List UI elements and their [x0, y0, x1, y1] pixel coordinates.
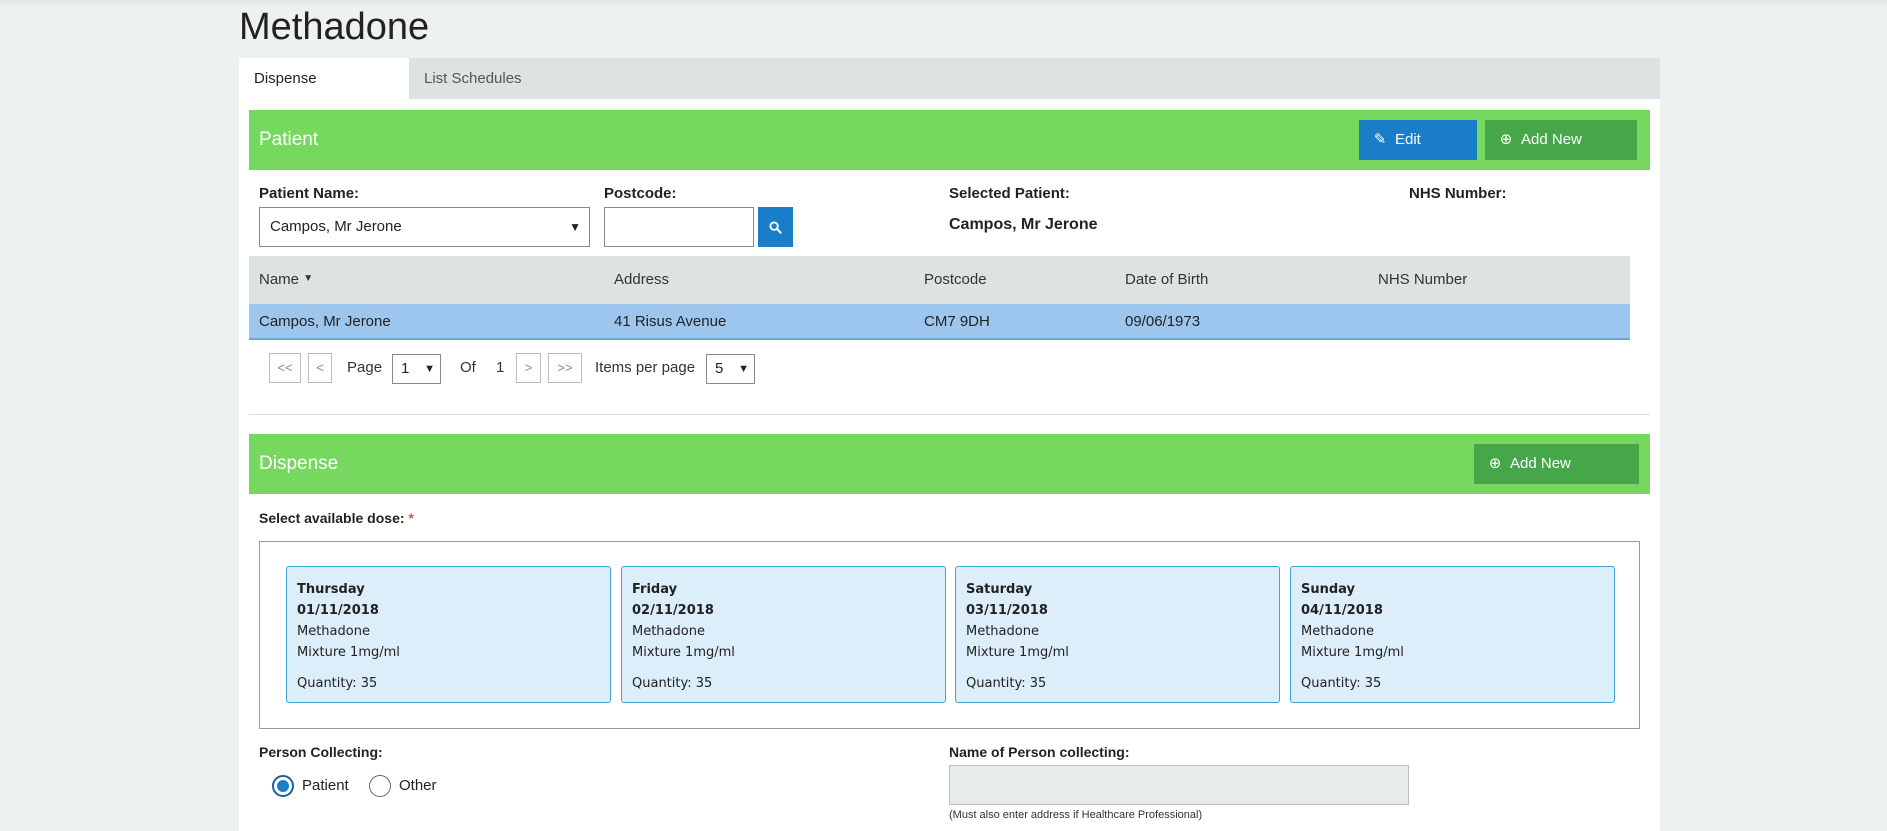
- table-row[interactable]: Campos, Mr Jerone 41 Risus Avenue CM7 9D…: [249, 304, 1630, 340]
- sort-desc-icon: ▼: [303, 273, 314, 284]
- dose-card-thursday[interactable]: Thursday 01/11/2018 Methadone Mixture 1m…: [286, 566, 611, 703]
- patient-name-label: Patient Name:: [259, 185, 360, 202]
- selected-patient-value: Campos, Mr Jerone: [949, 216, 1098, 233]
- dose-drug: Methadone: [966, 624, 1039, 639]
- plus-circle-icon: ⊕: [1499, 131, 1513, 148]
- search-icon: [769, 220, 782, 234]
- page-title: Methadone: [239, 6, 430, 48]
- dose-card-friday[interactable]: Friday 02/11/2018 Methadone Mixture 1mg/…: [621, 566, 946, 703]
- postcode-input[interactable]: [604, 207, 754, 247]
- dose-card-saturday[interactable]: Saturday 03/11/2018 Methadone Mixture 1m…: [955, 566, 1280, 703]
- dose-day: Thursday: [297, 582, 365, 597]
- patient-name-value: Campos, Mr Jerone: [270, 218, 402, 235]
- add-new-patient-label: Add New Patient: [1521, 131, 1582, 188]
- items-per-page-select[interactable]: 5 ▼: [706, 354, 755, 384]
- patient-name-select[interactable]: Campos, Mr Jerone ▼: [259, 207, 590, 247]
- person-collecting-label: Person Collecting:: [259, 744, 383, 760]
- required-marker: *: [408, 510, 414, 526]
- dose-date: 03/11/2018: [966, 603, 1048, 618]
- add-new-patient-button[interactable]: ⊕ Add New Patient: [1485, 120, 1637, 188]
- dose-day: Saturday: [966, 582, 1033, 597]
- row-dob: 09/06/1973: [1125, 313, 1201, 330]
- page-select[interactable]: 1 ▼: [392, 354, 441, 384]
- patient-grid-header: Name ▼ Address Postcode Date of Birth NH…: [249, 256, 1630, 304]
- nhs-number-label: NHS Number:: [1409, 185, 1507, 202]
- items-per-page-label: Items per page: [595, 359, 696, 376]
- dose-day: Sunday: [1301, 582, 1356, 597]
- select-dose-label: Select available dose: *: [259, 510, 414, 526]
- dose-drug: Methadone: [632, 624, 705, 639]
- main-content: Patient ✎ Edit Patient ⊕ Add New Patient…: [239, 99, 1660, 831]
- dispense-section-header: Dispense ⊕ Add New Schedule: [249, 434, 1650, 512]
- items-per-page-value: 5: [715, 360, 724, 377]
- radio-patient[interactable]: [272, 775, 294, 797]
- tab-list-schedules[interactable]: List Schedules: [409, 58, 537, 99]
- of-label: Of: [460, 359, 476, 376]
- search-button[interactable]: [758, 207, 793, 247]
- dose-date: 01/11/2018: [297, 603, 379, 618]
- column-header-dob[interactable]: Date of Birth: [1125, 256, 1208, 304]
- dose-form: Mixture 1mg/ml: [966, 645, 1069, 660]
- next-page-button[interactable]: >: [516, 353, 541, 383]
- last-page-button[interactable]: >>: [548, 353, 582, 383]
- first-page-button[interactable]: <<: [269, 353, 301, 383]
- prev-page-button[interactable]: <: [308, 353, 332, 383]
- dose-drug: Methadone: [1301, 624, 1374, 639]
- total-pages: 1: [496, 359, 505, 376]
- add-new-schedule-label: Add New Schedule: [1510, 455, 1573, 512]
- column-header-postcode[interactable]: Postcode: [924, 256, 987, 304]
- page-select-value: 1: [401, 360, 410, 377]
- row-address: 41 Risus Avenue: [614, 313, 727, 330]
- chevron-down-icon: ▼: [424, 363, 435, 375]
- plus-circle-icon: ⊕: [1488, 455, 1502, 472]
- patient-section-header: Patient ✎ Edit Patient ⊕ Add New Patient: [249, 110, 1650, 188]
- dose-quantity: Quantity: 35: [966, 676, 1047, 691]
- column-header-name[interactable]: Name ▼: [259, 256, 313, 306]
- dose-options-container: Thursday 01/11/2018 Methadone Mixture 1m…: [259, 541, 1640, 729]
- dose-date: 04/11/2018: [1301, 603, 1383, 618]
- dose-drug: Methadone: [297, 624, 370, 639]
- column-header-address[interactable]: Address: [614, 256, 669, 304]
- dose-quantity: Quantity: 35: [1301, 676, 1382, 691]
- dose-form: Mixture 1mg/ml: [1301, 645, 1404, 660]
- dose-form: Mixture 1mg/ml: [297, 645, 400, 660]
- pencil-icon: ✎: [1373, 131, 1387, 148]
- radio-patient-label: Patient: [302, 777, 349, 794]
- dose-quantity: Quantity: 35: [297, 676, 378, 691]
- row-postcode: CM7 9DH: [924, 313, 990, 330]
- dose-date: 02/11/2018: [632, 603, 714, 618]
- column-header-nhs[interactable]: NHS Number: [1378, 256, 1467, 304]
- edit-patient-label: Edit Patient: [1395, 131, 1442, 188]
- radio-other[interactable]: [369, 775, 391, 797]
- dose-form: Mixture 1mg/ml: [632, 645, 735, 660]
- dose-quantity: Quantity: 35: [632, 676, 713, 691]
- collector-name-label: Name of Person collecting:: [949, 744, 1130, 760]
- dose-day: Friday: [632, 582, 678, 597]
- row-name: Campos, Mr Jerone: [259, 313, 391, 330]
- postcode-label: Postcode:: [604, 185, 677, 202]
- tab-bar: Dispense Methadone List Schedules: [239, 58, 1660, 128]
- tab-dispense-methadone[interactable]: Dispense Methadone: [239, 58, 409, 128]
- chevron-down-icon: ▼: [569, 220, 581, 234]
- page-label: Page: [347, 359, 383, 376]
- chevron-down-icon: ▼: [738, 363, 749, 375]
- edit-patient-button[interactable]: ✎ Edit Patient: [1359, 120, 1477, 188]
- collector-hint: (Must also enter address if Healthcare P…: [949, 809, 1203, 821]
- dose-card-sunday[interactable]: Sunday 04/11/2018 Methadone Mixture 1mg/…: [1290, 566, 1615, 703]
- collector-name-input[interactable]: [949, 765, 1409, 805]
- dispense-section-title: Dispense: [259, 453, 339, 474]
- section-divider: [249, 414, 1650, 415]
- add-new-schedule-button[interactable]: ⊕ Add New Schedule: [1474, 444, 1639, 512]
- radio-other-label: Other: [399, 777, 437, 794]
- patient-section-title: Patient: [259, 129, 319, 150]
- selected-patient-label: Selected Patient:: [949, 185, 1070, 202]
